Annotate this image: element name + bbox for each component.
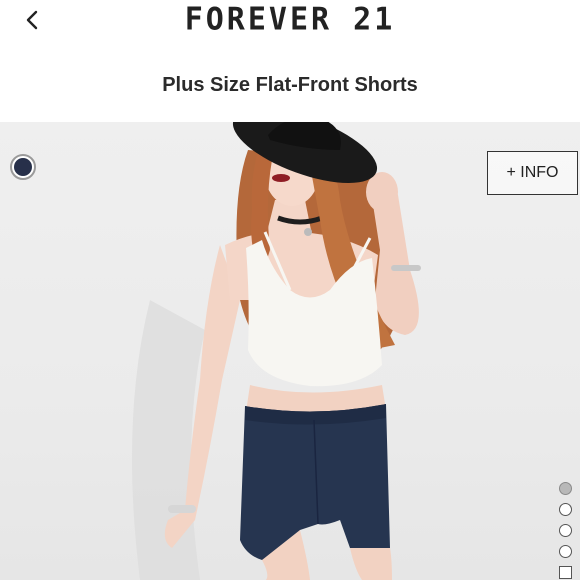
- product-title: Plus Size Flat-Front Shorts: [162, 73, 418, 96]
- color-swatch-navy[interactable]: [10, 154, 36, 180]
- pager-dot[interactable]: [559, 482, 572, 495]
- pager-dot[interactable]: [559, 503, 572, 516]
- info-button[interactable]: + INFO: [487, 151, 578, 195]
- brand-logo: FOREVER 21: [184, 1, 396, 38]
- product-image[interactable]: + INFO: [0, 122, 580, 580]
- pager-video-thumb[interactable]: [559, 566, 572, 579]
- top-bar: FOREVER 21: [0, 0, 580, 49]
- product-title-bar: Plus Size Flat-Front Shorts: [0, 48, 580, 122]
- pager-dot[interactable]: [559, 545, 572, 558]
- swatch-color-dot: [14, 158, 32, 176]
- image-pager: [559, 482, 575, 579]
- pager-dot[interactable]: [559, 524, 572, 537]
